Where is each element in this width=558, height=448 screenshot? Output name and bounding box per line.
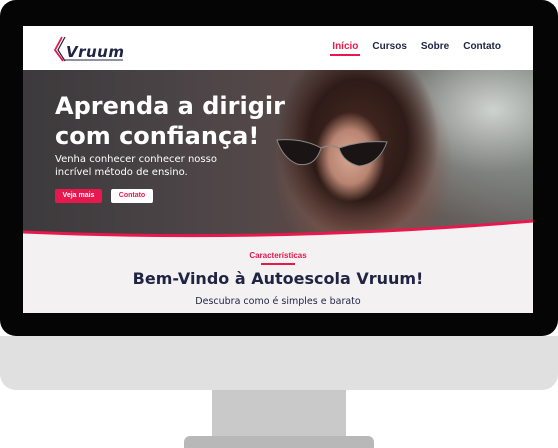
see-more-button[interactable]: Veja mais <box>55 189 102 203</box>
section-subtitle: Descubra como é simples e barato <box>195 296 361 307</box>
nav-link-contato[interactable]: Contato <box>463 41 501 52</box>
section-divider <box>261 263 295 265</box>
section-title: Bem-Vindo à Autoescola Vruum! <box>132 269 424 288</box>
nav-link-sobre[interactable]: Sobre <box>421 41 449 52</box>
navbar: Vruum Início Cursos Sobre Contato <box>23 26 533 70</box>
monitor-stand <box>212 390 346 436</box>
website-screen: Vruum Início Cursos Sobre Contato Aprend… <box>23 26 533 313</box>
monitor-stand-base <box>184 436 374 448</box>
contact-button[interactable]: Contato <box>111 189 153 203</box>
site-logo[interactable]: Vruum <box>51 34 131 64</box>
section-label: Características <box>249 251 307 260</box>
nav-menu: Início Cursos Sobre Contato <box>330 41 501 56</box>
hero-bottom-curve <box>23 219 533 245</box>
logo-text: Vruum <box>66 43 125 61</box>
hero-banner: Aprenda a dirigir com confiança! Venha c… <box>23 70 533 237</box>
hero-subtitle: Venha conhecer conhecer nosso incrível m… <box>55 154 217 178</box>
hero-title: Aprenda a dirigir com confiança! <box>55 92 285 150</box>
nav-link-inicio[interactable]: Início <box>330 41 361 56</box>
nav-link-cursos[interactable]: Cursos <box>372 41 406 52</box>
monitor-chin <box>0 336 558 390</box>
